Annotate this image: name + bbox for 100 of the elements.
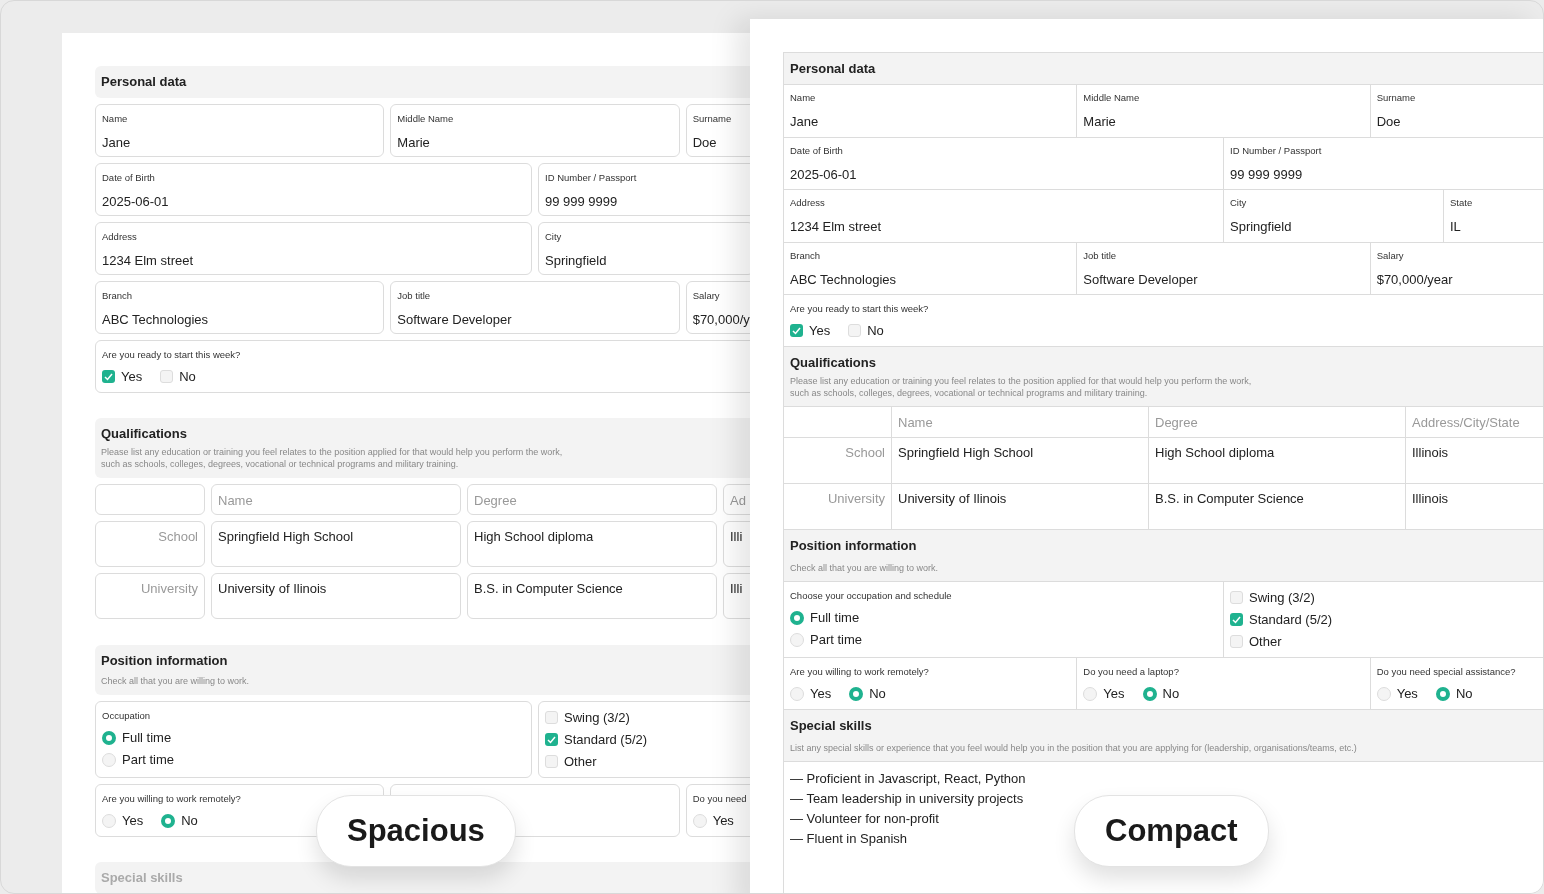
text-field[interactable]: Middle Name Marie — [1077, 85, 1371, 138]
text-field[interactable]: Address 1234 Elm street — [784, 190, 1224, 243]
radio-option[interactable]: No — [849, 686, 886, 701]
table-header-cell: Address/City/State — [1406, 407, 1543, 438]
field-value: Software Developer — [1083, 271, 1199, 288]
radio-button[interactable] — [790, 610, 804, 625]
text-field[interactable]: Date of Birth 2025-06-01 — [784, 137, 1224, 190]
view-label: Spacious — [316, 795, 516, 867]
checkbox[interactable] — [102, 370, 115, 383]
radio-button[interactable] — [1435, 686, 1450, 701]
view-label: Compact — [1074, 795, 1269, 867]
radio-option[interactable]: Full time — [102, 730, 525, 745]
radio-button[interactable] — [849, 686, 864, 701]
radio-option[interactable]: Yes — [1376, 686, 1418, 701]
text-field[interactable]: City Springfield — [538, 222, 750, 275]
table-cell[interactable]: Springfield High School — [892, 438, 1149, 484]
checkmark-icon — [792, 326, 801, 335]
text-field[interactable]: ID Number / Passport 99 999 9999 — [1224, 137, 1543, 190]
radio-option[interactable]: Yes — [790, 686, 832, 701]
text-field[interactable]: Job title Software Developer — [1077, 242, 1371, 295]
table-cell[interactable]: B.S. in Computer Science — [467, 573, 717, 619]
radio-option[interactable]: Yes — [102, 813, 144, 828]
text-field[interactable]: Branch ABC Technologies — [95, 281, 385, 334]
text-field[interactable]: Middle Name Marie — [390, 104, 680, 157]
radio-option[interactable]: Yes — [692, 813, 734, 828]
field-value: Jane — [790, 114, 820, 130]
text-field[interactable]: Surname Doe — [685, 104, 750, 157]
text-field[interactable]: Name Jane — [95, 104, 385, 157]
text-field[interactable]: ID Number / Passport 99 999 9999 — [538, 163, 750, 216]
field-label: Name — [790, 92, 817, 104]
radio-button[interactable] — [102, 730, 116, 745]
radio-button[interactable] — [1142, 686, 1157, 701]
option-label: Full time — [810, 610, 860, 625]
field-value: Marie — [1083, 114, 1117, 130]
checkbox[interactable] — [1230, 591, 1243, 604]
checkbox-option[interactable]: No — [848, 323, 884, 338]
field-value: Software Developer — [397, 312, 513, 328]
question-label: Do you need — [692, 793, 748, 805]
question-label: Are you willing to work remotely? — [102, 793, 242, 805]
radio-button[interactable] — [161, 813, 176, 828]
checkbox-option[interactable]: Swing (3/2) — [1230, 590, 1543, 605]
checkbox[interactable] — [790, 324, 803, 337]
field-value: 2025-06-01 — [790, 166, 858, 183]
checkbox-option[interactable]: Standard (5/2) — [1230, 612, 1543, 627]
field-value: Springfield — [545, 253, 608, 269]
option-label: Yes — [1103, 686, 1125, 701]
text-field[interactable]: Date of Birth 2025-06-01 — [95, 163, 532, 216]
checkbox[interactable] — [545, 733, 558, 746]
checkbox-option[interactable]: Yes — [790, 323, 831, 338]
radio-option[interactable]: No — [1435, 686, 1473, 701]
checkbox-option[interactable]: No — [160, 369, 196, 384]
option-label: Other — [564, 754, 597, 769]
table-cell[interactable]: High School diploma — [467, 521, 717, 567]
text-field[interactable]: State IL — [1444, 190, 1543, 243]
field-value: IL — [1450, 219, 1462, 235]
text-field[interactable]: Branch ABC Technologies — [784, 242, 1078, 295]
checkbox[interactable] — [1230, 635, 1243, 648]
option-label: No — [1162, 686, 1180, 701]
checkbox-option[interactable]: Other — [1230, 634, 1543, 649]
table-cell[interactable]: High School diploma — [1149, 438, 1406, 484]
radio-option[interactable]: Part time — [102, 752, 525, 767]
checkbox[interactable] — [1230, 613, 1243, 626]
option-label: No — [869, 686, 886, 701]
section-description: Check all that you are willing to work. — [101, 675, 251, 687]
radio-option[interactable]: No — [1142, 686, 1180, 701]
checkbox[interactable] — [160, 370, 174, 383]
question-label: Are you ready to start this week? — [790, 303, 930, 315]
checkbox-option[interactable]: Standard (5/2) — [545, 732, 750, 747]
radio-option[interactable]: Full time — [790, 610, 1217, 625]
radio-option[interactable]: Yes — [1083, 686, 1125, 701]
field-value: 2025-06-01 — [102, 194, 170, 210]
table-cell[interactable]: Springfield High School — [211, 521, 461, 567]
table-cell[interactable]: Illinois — [1406, 438, 1543, 484]
checkbox[interactable] — [545, 755, 558, 768]
text-field[interactable]: City Springfield — [1224, 190, 1444, 243]
text-field[interactable]: Salary $70,000/year — [1370, 242, 1543, 295]
field-value: $70,000/y — [692, 312, 750, 328]
radio-option[interactable]: Part time — [790, 632, 1217, 647]
section-title: Qualifications — [790, 355, 877, 371]
checkbox[interactable] — [848, 324, 862, 337]
field-label: Salary — [692, 290, 721, 302]
text-field[interactable]: Job title Software Developer — [390, 281, 680, 334]
field-label: Branch — [102, 290, 134, 302]
field-label: Surname — [1376, 92, 1417, 104]
text-field[interactable]: Surname Doe — [1370, 85, 1543, 138]
checkbox[interactable] — [545, 711, 558, 724]
checkbox-option[interactable]: Swing (3/2) — [545, 710, 750, 725]
field-value: Doe — [692, 135, 718, 151]
text-field[interactable]: Salary $70,000/y — [685, 281, 750, 334]
text-field[interactable]: Address 1234 Elm street — [95, 222, 532, 275]
field-label: Job title — [1083, 249, 1118, 262]
checkbox-option[interactable]: Yes — [102, 369, 143, 384]
table-cell[interactable]: University of Ilinois — [211, 573, 461, 619]
question-label: Choose your occupation and schedule — [790, 590, 953, 602]
text-field[interactable]: Name Jane — [784, 85, 1078, 138]
section-title: Special skills — [790, 718, 873, 734]
table-header-cell: Name — [892, 407, 1149, 438]
radio-option[interactable]: No — [161, 813, 198, 828]
checkbox-option[interactable]: Other — [545, 754, 750, 769]
section-title: Special skills — [101, 870, 184, 886]
